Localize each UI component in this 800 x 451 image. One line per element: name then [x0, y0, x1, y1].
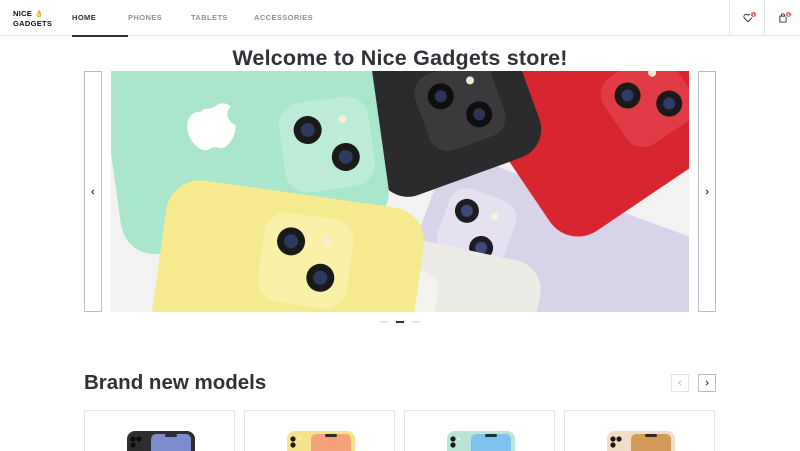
product-cards-row — [84, 410, 715, 451]
slider-prev-button[interactable] — [84, 71, 102, 312]
chevron-left-icon — [678, 380, 682, 386]
ok-hand-icon: 👌 — [34, 11, 44, 18]
page-title: Welcome to Nice Gadgets store! — [232, 46, 568, 70]
nav-accessories[interactable]: ACCESSORIES — [254, 0, 334, 36]
product-card[interactable] — [564, 410, 715, 451]
product-card[interactable] — [84, 410, 235, 451]
favourites-count-badge: 1 — [750, 11, 757, 18]
nav-tablets[interactable]: TABLETS — [191, 0, 254, 36]
brand-new-models-title: Brand new models — [84, 371, 267, 394]
chevron-left-icon — [91, 188, 95, 195]
iphone-green — [447, 431, 515, 451]
nav-phones[interactable]: PHONES — [128, 0, 191, 36]
brand-new-next-button[interactable] — [698, 374, 716, 392]
chevron-right-icon — [705, 188, 709, 195]
favourites-button[interactable]: 1 — [729, 0, 765, 36]
iphone-gold — [607, 431, 675, 451]
iphone-black — [127, 431, 195, 451]
logo-text-line1: NICE — [13, 9, 33, 18]
brand-new-prev-button[interactable] — [671, 374, 689, 392]
slider-pagination — [380, 321, 420, 323]
slider-dot-1[interactable] — [380, 321, 388, 323]
top-header: NICE 👌 GADGETS HOME PHONES TABLETS ACCES… — [0, 0, 800, 37]
product-card[interactable] — [404, 410, 555, 451]
hero-banner[interactable] — [111, 71, 689, 312]
logo-text-line2: GADGETS — [13, 19, 53, 28]
product-card[interactable] — [244, 410, 395, 451]
main-nav: HOME PHONES TABLETS ACCESSORIES — [72, 0, 334, 37]
cart-count-badge: 1 — [785, 11, 792, 18]
slider-dot-3[interactable] — [412, 321, 420, 323]
slider-dot-2[interactable] — [396, 321, 404, 323]
iphone-yellow — [287, 431, 355, 451]
chevron-right-icon — [705, 380, 709, 386]
cart-button[interactable]: 1 — [764, 0, 800, 36]
site-logo[interactable]: NICE 👌 GADGETS — [13, 9, 53, 28]
slider-next-button[interactable] — [698, 71, 716, 312]
nav-home[interactable]: HOME — [72, 0, 128, 37]
iphone-11-colors-banner — [111, 71, 689, 312]
